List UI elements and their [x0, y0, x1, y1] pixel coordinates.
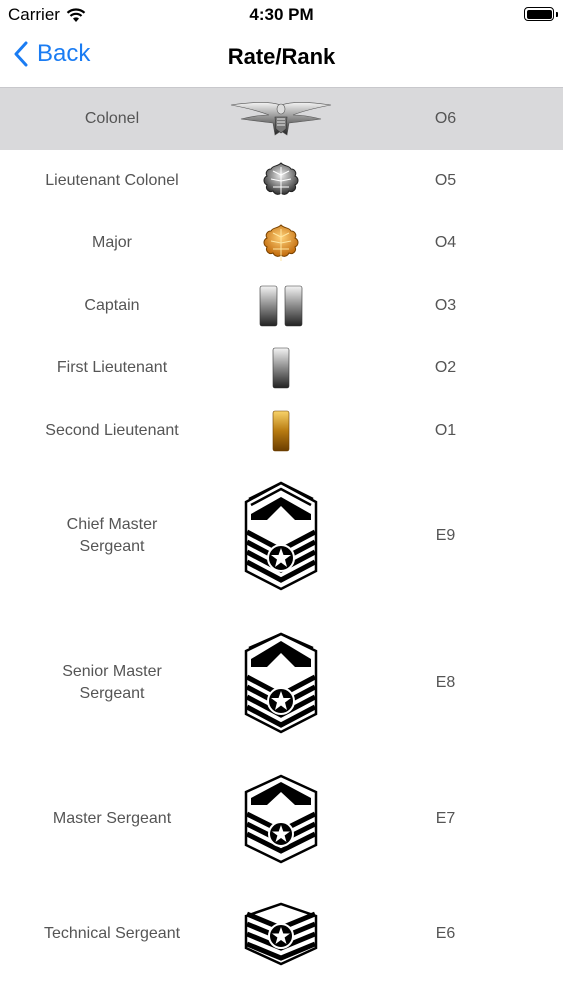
- rank-row-technical-sergeant[interactable]: Technical Sergeant E6: [0, 882, 563, 986]
- rank-row-colonel[interactable]: Colonel O6: [0, 88, 563, 150]
- rank-code: E9: [435, 527, 456, 544]
- rank-code: O3: [434, 296, 457, 314]
- rank-row-second-lieutenant[interactable]: Second Lieutenant O1: [0, 399, 563, 462]
- silver-bar-icon: [224, 347, 338, 389]
- rank-name: Lieutenant Colonel: [45, 172, 179, 189]
- battery-icon: [524, 7, 558, 21]
- master-sergeant-chevron-icon: [224, 774, 338, 864]
- rank-name: Master Sergeant: [52, 810, 172, 827]
- rank-row-lieutenant-colonel[interactable]: Lieutenant Colonel O5: [0, 150, 563, 212]
- rank-name: First Lieutenant: [56, 359, 168, 376]
- rank-code: E8: [435, 674, 456, 691]
- navigation-bar: Back Rate/Rank: [0, 30, 563, 88]
- rank-row-first-lieutenant[interactable]: First Lieutenant O2: [0, 337, 563, 399]
- rank-name: Technical Sergeant: [43, 925, 181, 942]
- gold-bar-icon: [224, 410, 338, 452]
- page-title: Rate/Rank: [227, 44, 336, 69]
- chief-master-sergeant-chevron-icon: [224, 480, 338, 592]
- rank-name: Major: [91, 234, 132, 251]
- rank-code: O5: [434, 172, 457, 189]
- rank-list: Colonel O6 Lieutenant Colonel O5 Major O…: [0, 88, 563, 986]
- silver-oak-leaf-icon: [224, 159, 338, 203]
- rank-code: E6: [435, 925, 456, 942]
- status-time: 4:30 PM: [249, 5, 314, 24]
- rank-name: Colonel: [84, 110, 140, 127]
- rank-row-chief-master-sergeant[interactable]: Chief Master Sergeant E9: [0, 462, 563, 610]
- rank-name: Chief Master Sergeant: [66, 516, 158, 555]
- rank-code: O6: [434, 110, 457, 127]
- rank-row-senior-master-sergeant[interactable]: Senior Master Sergeant E8: [0, 610, 563, 756]
- senior-master-sergeant-chevron-icon: [224, 631, 338, 735]
- rank-code: O1: [434, 421, 457, 439]
- eagle-insignia-icon: [224, 99, 338, 139]
- rank-row-captain[interactable]: Captain O3: [0, 274, 563, 337]
- rank-code: E7: [435, 810, 456, 827]
- double-silver-bar-icon: [224, 284, 338, 328]
- rank-name: Second Lieutenant: [45, 421, 179, 439]
- status-bar: Carrier 4:30 PM: [0, 0, 563, 30]
- rank-code: O4: [434, 234, 457, 251]
- rank-code: O2: [434, 359, 457, 376]
- rank-name: Captain: [84, 296, 140, 314]
- rank-name: Senior Master Sergeant: [62, 663, 162, 702]
- gold-oak-leaf-icon: [224, 221, 338, 265]
- rank-row-master-sergeant[interactable]: Master Sergeant E7: [0, 756, 563, 882]
- rank-row-major[interactable]: Major O4: [0, 212, 563, 274]
- technical-sergeant-chevron-icon: [224, 902, 338, 966]
